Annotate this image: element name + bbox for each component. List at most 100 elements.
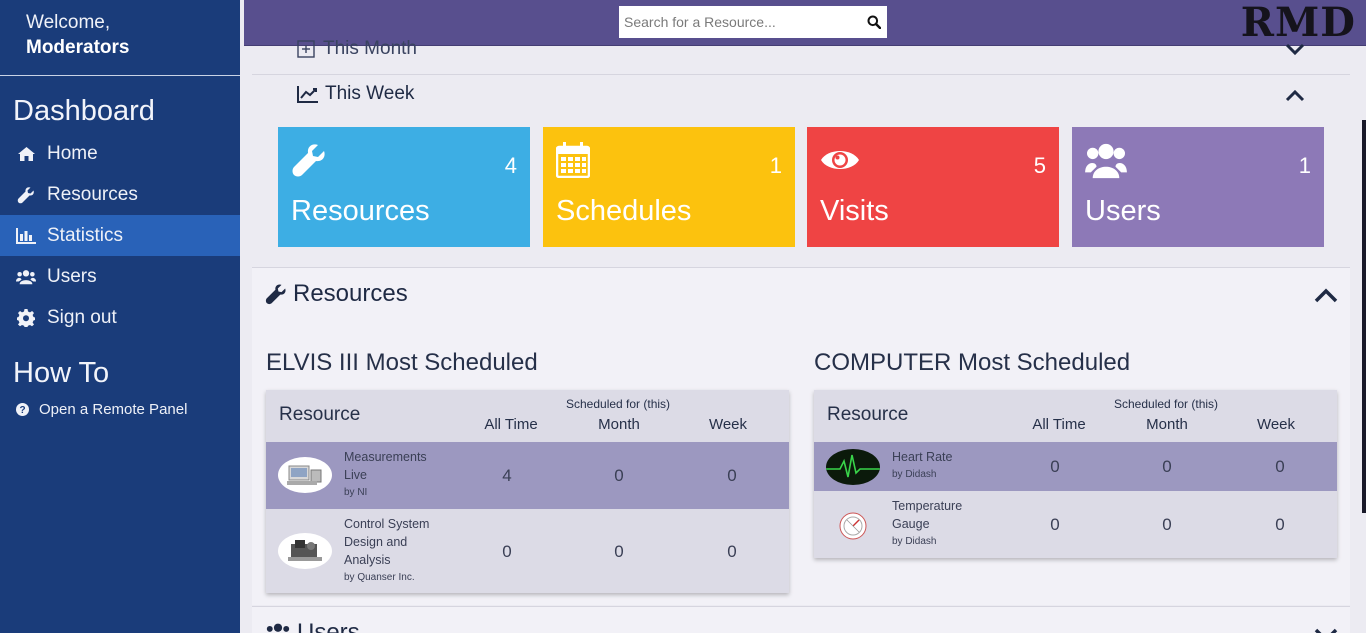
resource-col-header: Resource [279,404,361,425]
tile-label: Resources [291,195,430,227]
user-name: Moderators [26,37,130,58]
search-button[interactable] [861,6,887,38]
stat-tile-schedules[interactable]: 1 Schedules [543,127,795,247]
resources-panel: Resources ELVIS III Most Scheduled Resou… [252,267,1350,605]
resource-name: Measurements Live by NI [344,448,434,502]
question-circle-icon: ? [16,403,29,416]
resource-name: Temperature Gauge by Didash [892,497,982,551]
col-all-time: All Time [484,416,538,433]
welcome-block: Welcome, Moderators [0,0,240,76]
week-value: 0 [727,466,737,485]
table-header: Resource Scheduled for (this) All Time M… [814,390,1337,442]
tile-count: 5 [1033,153,1046,178]
gear-icon [16,308,36,328]
week-value: 0 [1275,457,1285,476]
resource-vendor: by NI [344,487,368,498]
table-row[interactable]: Heart Rate by Didash 0 0 0 [814,442,1337,491]
sidebar-item-label: Resources [47,183,138,205]
users-icon [16,267,36,287]
month-value: 0 [1162,515,1172,534]
users-icon [266,623,290,632]
eye-icon [821,151,859,169]
tile-count: 1 [769,153,782,178]
sidebar-item-resources[interactable]: Resources [0,174,240,215]
sidebar-item-label: Sign out [47,306,117,328]
wrench-icon [16,185,36,205]
resource-thumbnail [278,457,332,493]
home-icon [16,144,36,164]
scheduled-for-header: Scheduled for (this) [1114,397,1219,411]
chevron-down-icon[interactable] [1285,42,1305,56]
all-time-value: 0 [1050,457,1060,476]
resource-thumbnail [826,449,880,485]
search-input[interactable] [619,6,861,38]
this-week-label: This Week [325,83,415,104]
this-month-toggle[interactable]: This Month [297,38,417,60]
welcome-text: Welcome, [26,12,111,33]
wrench-icon [292,144,325,177]
scrollbar[interactable] [1362,120,1366,513]
howto-item-label: Open a Remote Panel [39,401,188,418]
stat-tile-users[interactable]: 1 Users [1072,127,1324,247]
col-week: Week [1256,416,1296,433]
svg-text:?: ? [19,405,25,416]
all-time-value: 0 [502,542,512,561]
search-box [619,6,887,38]
users-icon [1085,143,1127,179]
tile-label: Schedules [556,195,692,227]
howto-open-remote-panel[interactable]: ? Open a Remote Panel [0,401,240,418]
month-value: 0 [614,466,624,485]
resource-thumbnail [826,508,880,544]
computer-table-title: COMPUTER Most Scheduled [814,349,1131,376]
howto-heading: How To [13,357,110,389]
users-title-text: Users [297,619,360,633]
resource-vendor: by Didash [892,469,937,480]
resources-panel-title[interactable]: Resources [265,280,408,308]
calendar-icon [556,142,590,178]
chevron-up-icon[interactable] [1314,288,1338,304]
search-icon [867,15,881,29]
sidebar: Welcome, Moderators Dashboard Home Resou… [0,0,240,633]
users-panel-title[interactable]: Users [265,619,360,633]
col-month: Month [1146,416,1188,433]
bar-chart-icon [16,226,36,246]
brand-logo[interactable]: RMD [1241,0,1356,46]
sidebar-item-sign-out[interactable]: Sign out [0,297,240,338]
chevron-down-icon[interactable] [1314,627,1338,633]
resources-title-text: Resources [293,280,408,307]
resource-name: Control System Design and Analysis by Qu… [344,515,444,587]
tile-count: 4 [504,153,517,178]
month-value: 0 [614,542,624,561]
month-value: 0 [1162,457,1172,476]
computer-table: Resource Scheduled for (this) All Time M… [814,390,1337,558]
week-value: 0 [1275,515,1285,534]
this-month-label: This Month [323,38,417,59]
all-time-value: 4 [502,466,512,485]
sidebar-item-statistics[interactable]: Statistics [0,215,240,256]
sidebar-item-label: Statistics [47,224,124,246]
tile-label: Users [1085,195,1161,227]
col-month: Month [598,416,640,433]
resource-thumbnail [278,533,332,569]
tile-label: Visits [820,195,889,227]
stat-tile-resources[interactable]: 4 Resources [278,127,530,247]
scheduled-for-header: Scheduled for (this) [566,397,671,411]
table-row[interactable]: Temperature Gauge by Didash 0 0 0 [814,491,1337,558]
stat-tile-visits[interactable]: 5 Visits [807,127,1059,247]
plus-square-icon [297,40,315,58]
main-content: This Month This Week 4 Resources 1 Sched… [252,38,1350,633]
chevron-up-icon[interactable] [1285,89,1305,103]
sidebar-item-users[interactable]: Users [0,256,240,297]
this-week-toggle[interactable]: This Week [297,83,414,105]
week-value: 0 [727,542,737,561]
all-time-value: 0 [1050,515,1060,534]
table-row[interactable]: Measurements Live by NI 4 0 0 [266,442,789,509]
table-row[interactable]: Control System Design and Analysis by Qu… [266,509,789,593]
resource-name: Heart Rate by Didash [892,448,992,484]
col-all-time: All Time [1032,416,1086,433]
table-header: Resource Scheduled for (this) All Time M… [266,390,789,442]
elvis-table: Resource Scheduled for (this) All Time M… [266,390,789,593]
sidebar-item-home[interactable]: Home [0,133,240,174]
tile-count: 1 [1298,153,1311,178]
col-week: Week [708,416,748,433]
